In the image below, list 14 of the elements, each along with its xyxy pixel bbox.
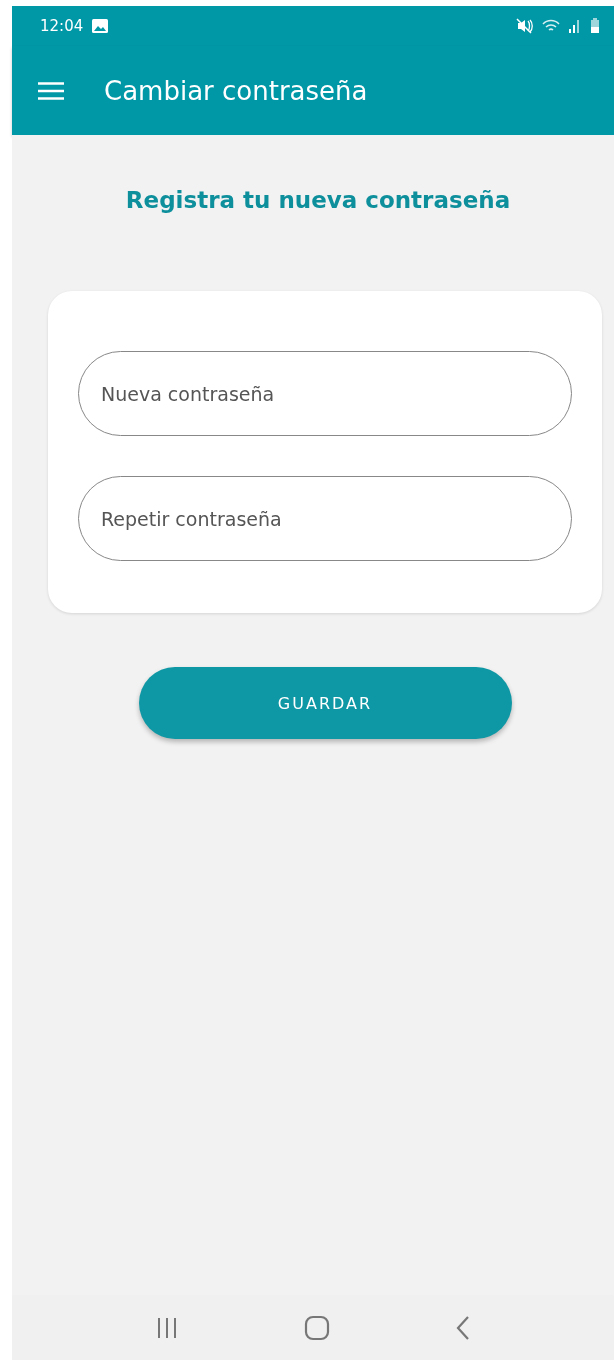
screen-title: Cambiar contraseña: [104, 75, 368, 106]
password-field[interactable]: Repetir contraseña: [78, 476, 572, 561]
status-time: 12:04: [40, 17, 84, 35]
signal-icon: [568, 18, 582, 34]
form-heading: Registra tu nueva contraseña: [125, 187, 511, 213]
password-field[interactable]: Nueva contraseña: [78, 351, 572, 436]
menu-icon[interactable]: [38, 81, 64, 100]
save-button[interactable]: GUARDAR: [138, 667, 512, 739]
back-icon[interactable]: [455, 1314, 472, 1341]
wifi-icon: [542, 18, 560, 34]
mute-icon: [516, 18, 534, 34]
image-icon: [91, 18, 110, 34]
battery-icon: [590, 18, 600, 34]
home-icon[interactable]: [304, 1314, 330, 1341]
